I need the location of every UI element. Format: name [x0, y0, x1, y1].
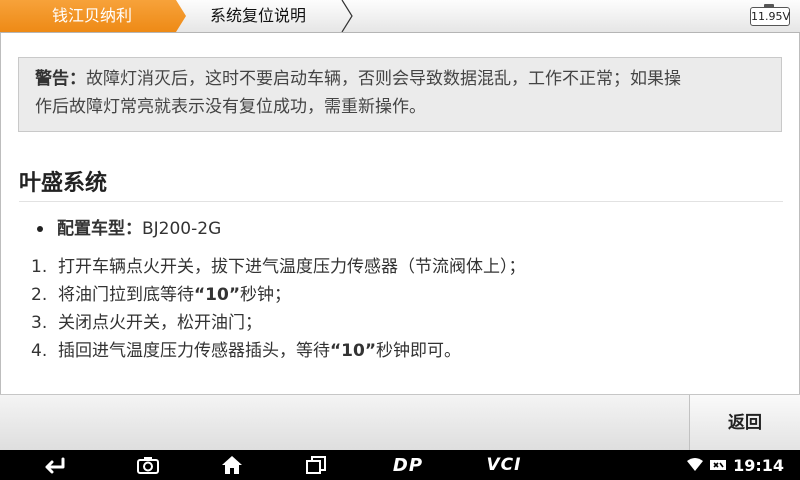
system-nav-bar: DP VCI 19:14	[0, 450, 800, 480]
dp-icon[interactable]: DP	[380, 450, 436, 480]
step-text-pre: 将油门拉到底等待	[58, 285, 194, 305]
step-item-1: 1. 打开车辆点火开关，拔下进气温度压力传感器（节流阀体上）；	[31, 253, 526, 281]
step-text-post: 秒钟；	[240, 285, 292, 305]
action-bar: 返回	[0, 394, 800, 451]
step-number: 4.	[31, 341, 48, 361]
config-model-item: 配置车型：BJ200-2G	[37, 217, 221, 241]
step-item-3: 3. 关闭点火开关，松开油门；	[31, 309, 526, 337]
back-arrow-icon[interactable]	[30, 450, 74, 480]
wifi-icon	[687, 458, 704, 471]
step-text: 打开车辆点火开关，拔下进气温度压力传感器（节流阀体上）；	[58, 257, 526, 277]
camera-icon[interactable]	[126, 450, 170, 480]
vci-icon[interactable]: VCI	[476, 450, 532, 480]
config-label: 配置车型：	[57, 219, 142, 239]
config-value: BJ200-2G	[142, 219, 222, 239]
step-text-bold: “10”	[194, 285, 241, 305]
home-icon[interactable]	[210, 450, 254, 480]
instruction-panel: 警告：故障灯消灭后，这时不要启动车辆，否则会导致数据混乱，工作不正常；如果操 作…	[0, 33, 800, 395]
steps-list: 1. 打开车辆点火开关，拔下进气温度压力传感器（节流阀体上）； 2. 将油门拉到底等…	[31, 253, 526, 365]
section-title: 叶盛系统	[19, 171, 108, 196]
step-text: 关闭点火开关，松开油门；	[58, 313, 262, 333]
tab-separator-icon	[341, 0, 353, 32]
step-text-bold: “10”	[330, 341, 377, 361]
warning-box: 警告：故障灯消灭后，这时不要启动车辆，否则会导致数据混乱，工作不正常；如果操 作…	[18, 57, 782, 132]
section-divider	[19, 201, 783, 202]
step-text-pre: 插回进气温度压力传感器插头，等待	[58, 341, 330, 361]
step-item-2: 2. 将油门拉到底等待“10”秒钟；	[31, 281, 526, 309]
status-area: 19:14	[687, 450, 784, 480]
back-button[interactable]: 返回	[689, 395, 800, 451]
step-number: 3.	[31, 313, 48, 333]
warning-text-line1: 故障灯消灭后，这时不要启动车辆，否则会导致数据混乱，工作不正常；如果操	[86, 69, 681, 89]
step-text-post: 秒钟即可。	[376, 341, 462, 361]
battery-voltage-badge: 11.95V	[750, 4, 790, 26]
warning-label: 警告：	[35, 69, 86, 89]
screen-cast-icon	[710, 460, 727, 470]
top-tab-bar: 钱江贝纳利 系统复位说明 11.95V	[0, 0, 800, 33]
step-item-4: 4. 插回进气温度压力传感器插头，等待“10”秒钟即可。	[31, 337, 526, 365]
recent-apps-icon[interactable]	[294, 450, 338, 480]
clock-time: 19:14	[733, 455, 784, 475]
tab-brand[interactable]: 钱江贝纳利	[0, 0, 186, 32]
warning-text-line2: 作后故障灯常亮就表示没有复位成功，需重新操作。	[35, 97, 426, 117]
step-number: 2.	[31, 285, 48, 305]
step-number: 1.	[31, 257, 48, 277]
bullet-dot-icon	[37, 226, 43, 232]
tab-reset-instructions[interactable]: 系统复位说明	[180, 0, 354, 32]
